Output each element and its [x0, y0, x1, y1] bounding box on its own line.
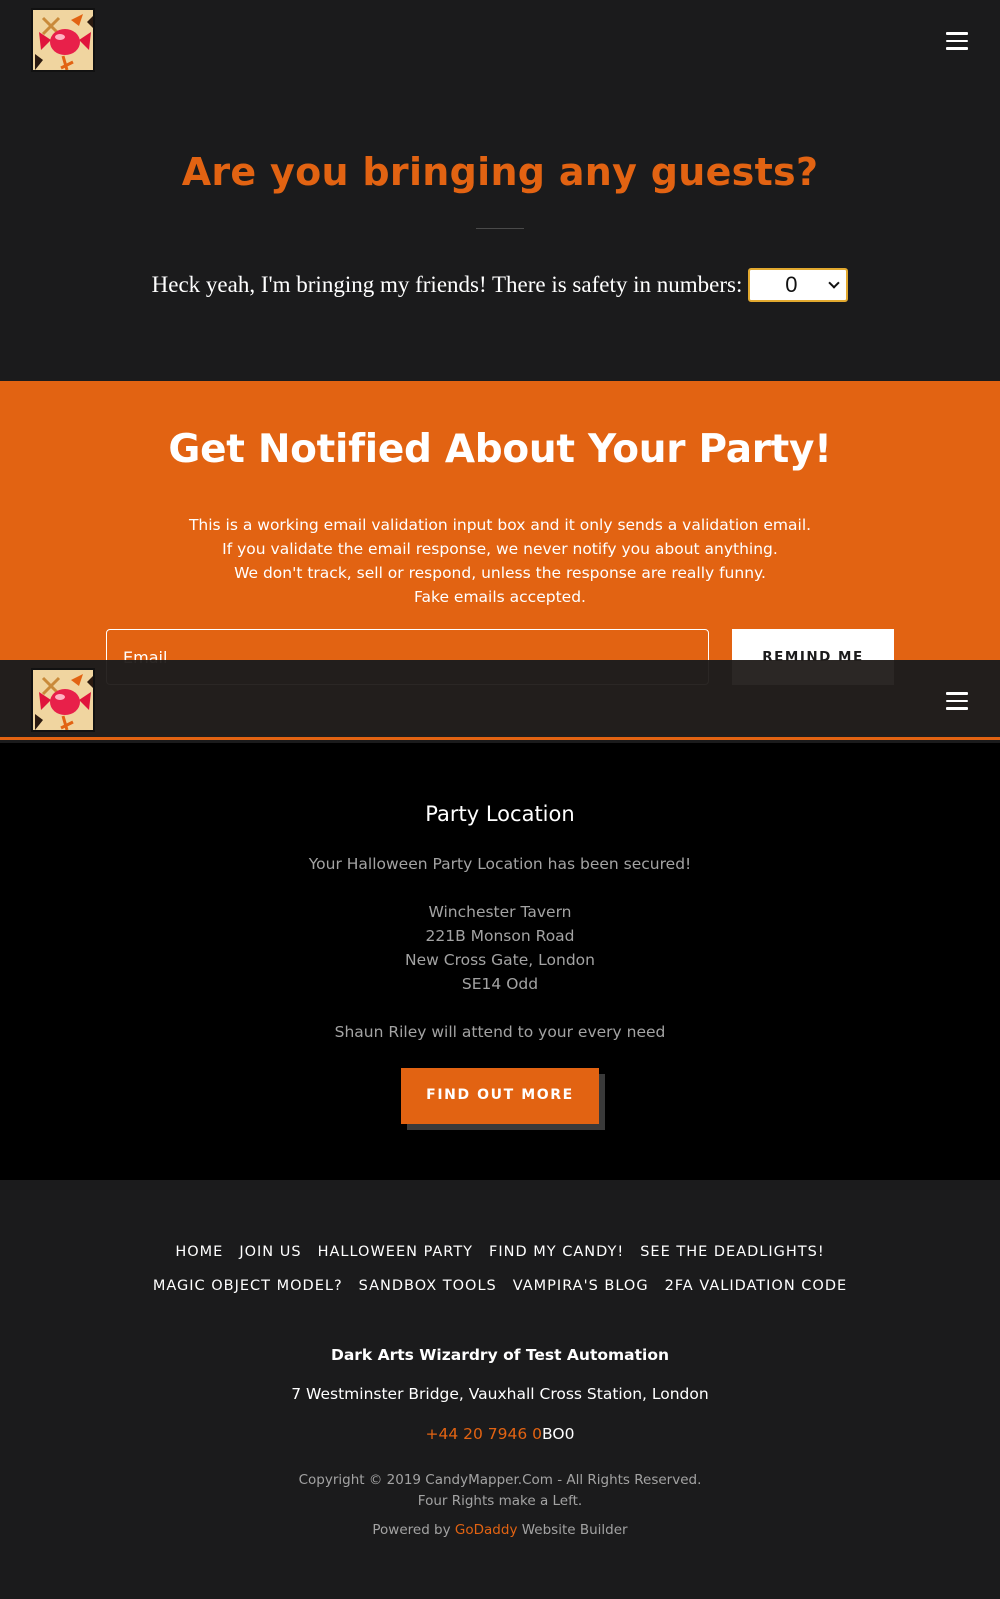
candy-logo-icon [33, 10, 93, 70]
location-title: Party Location [425, 802, 575, 826]
notify-description-line: We don't track, sell or respond, unless … [234, 564, 766, 582]
address-line: Winchester Tavern [428, 903, 572, 921]
footer-link-sandbox-tools[interactable]: SANDBOX TOOLS [359, 1278, 497, 1294]
party-location-section: Party Location Your Halloween Party Loca… [0, 743, 1000, 1180]
company-name: Dark Arts Wizardry of Test Automation [330, 1346, 670, 1364]
footer-link-find-my-candy[interactable]: FIND MY CANDY! [489, 1244, 624, 1260]
address-line: New Cross Gate, London [405, 951, 595, 969]
guests-title: Are you bringing any guests? [181, 150, 819, 194]
location-secured-text: Your Halloween Party Location has been s… [308, 855, 692, 873]
tagline-text: Four Rights make a Left. [417, 1493, 583, 1509]
notify-title: Get Notified About Your Party! [168, 427, 832, 472]
godaddy-link[interactable]: GoDaddy [455, 1522, 518, 1538]
sticky-logo[interactable] [31, 668, 95, 732]
notify-description: This is a working email validation input… [0, 513, 1000, 609]
address-line: SE14 Odd [461, 975, 539, 993]
footer: HOME JOIN US HALLOWEEN PARTY FIND MY CAN… [0, 1180, 1000, 1599]
title-divider [476, 228, 524, 229]
footer-link-home[interactable]: HOME [175, 1244, 223, 1260]
guests-selected-value: 0 [785, 272, 798, 297]
hamburger-menu-icon[interactable] [946, 692, 968, 710]
sticky-header [0, 660, 1000, 740]
copyright-text: Copyright © 2019 CandyMapper.Com - All R… [298, 1472, 702, 1488]
hamburger-menu-icon[interactable] [946, 32, 968, 50]
notify-description-line: If you validate the email response, we n… [222, 540, 778, 558]
footer-link-see-the-deadlights[interactable]: SEE THE DEADLIGHTS! [640, 1244, 824, 1260]
address-line: 221B Monson Road [425, 927, 575, 945]
footer-link-vampiras-blog[interactable]: VAMPIRA'S BLOG [513, 1278, 649, 1294]
footer-nav-row: MAGIC OBJECT MODEL? SANDBOX TOOLS VAMPIR… [0, 1278, 1000, 1294]
company-address: 7 Westminster Bridge, Vauxhall Cross Sta… [291, 1385, 709, 1403]
guests-count-select[interactable]: 0 [748, 268, 849, 302]
footer-link-halloween-party[interactable]: HALLOWEEN PARTY [318, 1244, 473, 1260]
footer-link-magic-object-model[interactable]: MAGIC OBJECT MODEL? [153, 1278, 343, 1294]
notify-section: Get Notified About Your Party! This is a… [0, 381, 1000, 685]
powered-by-suffix: Website Builder [521, 1522, 628, 1538]
chevron-down-icon [828, 277, 841, 289]
footer-link-join-us[interactable]: JOIN US [239, 1244, 301, 1260]
notify-description-line: Fake emails accepted. [414, 588, 586, 606]
candy-logo-icon [33, 670, 93, 730]
phone-number-link[interactable]: +44 20 7946 0 [426, 1425, 543, 1443]
top-header [0, 0, 1000, 82]
guests-section: Are you bringing any guests? Heck yeah, … [0, 82, 1000, 381]
footer-link-2fa-validation-code[interactable]: 2FA VALIDATION CODE [665, 1278, 848, 1294]
phone-number-suffix: BO0 [542, 1425, 575, 1443]
powered-by-prefix: Powered by [372, 1522, 451, 1538]
footer-nav-row: HOME JOIN US HALLOWEEN PARTY FIND MY CAN… [0, 1244, 1000, 1260]
phone-number[interactable]: +44 20 7946 0BO0 [0, 1425, 1000, 1443]
find-out-more-button[interactable]: FIND OUT MORE [401, 1068, 599, 1124]
notify-description-line: This is a working email validation input… [188, 516, 812, 534]
guests-label: Heck yeah, I'm bringing my friends! Ther… [151, 272, 743, 297]
powered-by: Powered by GoDaddy Website Builder [0, 1522, 1000, 1538]
logo[interactable] [31, 8, 95, 72]
host-text: Shaun Riley will attend to your every ne… [334, 1023, 666, 1041]
